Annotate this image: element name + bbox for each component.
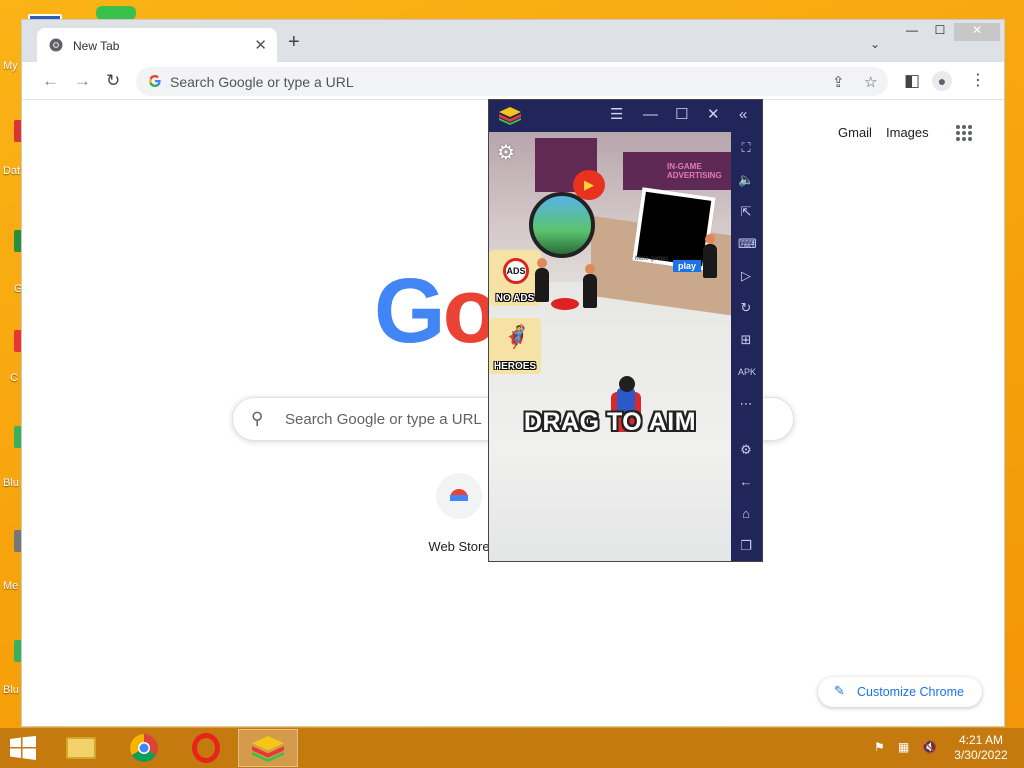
back-arrow-icon[interactable]: ← [42,72,59,89]
enemy-character [535,258,549,302]
taskbar-bluestacks[interactable] [238,729,298,767]
bluestacks-titlebar: ☰ — ☐ ✕ « [489,100,762,132]
taskbar: ⚑ ▦ 🔇 4:21 AM 3/30/2022 [0,728,1024,768]
more-icon[interactable]: ⋯ [738,396,754,412]
desktop-label[interactable]: Me [3,580,18,592]
game-viewport[interactable]: IN-GAME ADVERTISING ⚙ ▶ More games play … [489,132,731,561]
speaker-muted-icon[interactable]: 🔇 [922,740,937,754]
game-billboard-right: IN-GAME ADVERTISING [623,152,731,190]
menu-kebab-icon[interactable]: ⋮ [970,72,986,89]
gmail-link[interactable]: Gmail [838,125,872,140]
recent-apps-icon[interactable]: ❐ [738,538,754,554]
chrome-favicon-icon [49,38,63,52]
cursor-icon[interactable]: ⇱ [738,204,754,220]
apk-icon[interactable]: APK [738,364,756,380]
maximize-button[interactable]: ☐ [928,23,952,41]
network-icon[interactable]: ▦ [898,740,909,754]
bluestacks-window: ☰ — ☐ ✕ « IN-GAME ADVERTISING ⚙ ▶ More g… [488,99,763,562]
search-icon: ⚲ [251,409,264,428]
enemy-character [703,234,717,278]
bluestacks-icon [252,736,284,762]
tab-strip: New Tab ✕ + ⌄ — ☐ ✕ [22,20,1004,62]
taskbar-chrome[interactable] [114,729,174,767]
folder-icon [66,737,96,759]
desktop-label[interactable]: Dat [3,165,20,177]
taskbar-opera[interactable] [176,729,236,767]
chrome-icon [130,734,158,762]
bluestacks-logo-icon [499,107,521,125]
search-input[interactable]: Search Google or type a URL [285,411,482,428]
customize-chrome-button[interactable]: ✎ Customize Chrome [818,677,982,707]
hero-flying-icon: 🦸 [503,324,531,349]
clock-date: 3/30/2022 [954,748,1008,762]
new-tab-button[interactable]: + [288,32,300,52]
record-icon[interactable]: ▷ [738,268,754,284]
desktop-label[interactable]: My [3,60,18,72]
customize-label: Customize Chrome [857,685,964,699]
back-icon[interactable]: ← [738,474,754,490]
desktop-label[interactable]: Blu [3,477,19,489]
forward-arrow-icon[interactable]: → [74,72,91,89]
omnibox[interactable]: Search Google or type a URL ⇪ ☆ [136,67,888,96]
web-store-icon [436,473,482,519]
google-g-icon [149,75,161,87]
toolbar: ← → ↻ Search Google or type a URL ⇪ ☆ ◧ … [22,62,1004,100]
shortcut-web-store[interactable]: Web Store [424,473,494,554]
omnibox-input[interactable]: Search Google or type a URL [170,74,354,90]
reload-icon[interactable]: ↻ [106,72,120,89]
keyboard-icon[interactable]: ⌨ [738,236,757,252]
macro-icon[interactable]: ⊞ [738,332,754,348]
video-reward-icon[interactable]: ▶ [573,170,605,200]
more-games-label: More games [635,256,669,262]
desktop-top-app-icon[interactable] [96,6,136,20]
windows-start-icon[interactable] [10,736,36,760]
close-icon[interactable]: ✕ [254,36,267,54]
clock-time: 4:21 AM [958,733,1004,747]
game-settings-icon[interactable]: ⚙ [497,140,515,165]
play-button[interactable]: play [673,260,702,272]
share-icon[interactable]: ⇪ [832,73,845,91]
rotate-icon[interactable]: ↻ [738,300,754,316]
desktop-label[interactable]: C [10,372,18,384]
pencil-icon: ✎ [834,683,845,698]
desktop-label[interactable]: Blu [3,684,19,696]
tab-search-chevron-icon[interactable]: ⌄ [870,37,880,51]
profile-avatar[interactable]: ● [932,71,952,91]
drag-to-aim-text: DRAG TO AIM [523,408,697,436]
heroes-button[interactable]: 🦸 HEROES [489,318,541,374]
window-close-button[interactable]: ✕ [954,23,1000,41]
side-panel-icon[interactable]: ◧ [904,72,920,89]
hamburger-menu-icon[interactable]: ☰ [610,106,623,124]
minimize-icon[interactable]: — [643,106,658,124]
system-clock[interactable]: 4:21 AM 3/30/2022 [950,733,1012,763]
google-logo: Go [374,260,499,362]
collapse-sidebar-icon[interactable]: « [739,106,747,124]
tab-new-tab[interactable]: New Tab ✕ [37,28,277,62]
home-icon[interactable]: ⌂ [738,506,754,522]
volume-icon[interactable]: 🔈 [738,172,754,188]
bluestacks-sidebar: ⛶ 🔈 ⇱ ⌨ ▷ ↻ ⊞ APK ⋯ ⚙ ← ⌂ ❐ [731,132,762,561]
close-icon[interactable]: ✕ [707,106,720,124]
minimize-button[interactable]: — [902,23,922,41]
google-apps-icon[interactable] [956,125,972,141]
settings-icon[interactable]: ⚙ [738,442,754,458]
maximize-icon[interactable]: ☐ [675,106,688,124]
tab-title: New Tab [73,39,120,53]
action-center-flag-icon[interactable]: ⚑ [874,740,885,754]
opera-icon [192,733,220,763]
heroes-label: HEROES [493,361,537,372]
images-link[interactable]: Images [886,125,929,140]
red-button-prop [551,298,579,310]
shortcut-label: Web Store [428,539,490,554]
enemy-character [583,264,597,308]
no-ads-label: NO ADS [495,293,535,304]
no-ads-icon: ADS [503,258,529,284]
star-icon[interactable]: ☆ [864,73,877,91]
no-ads-button[interactable]: ADS NO ADS [489,250,541,306]
taskbar-file-explorer[interactable] [52,729,112,767]
billboard-text: IN-GAME ADVERTISING [667,162,722,180]
fullscreen-icon[interactable]: ⛶ [738,140,754,156]
game-level-preview[interactable] [529,192,595,258]
